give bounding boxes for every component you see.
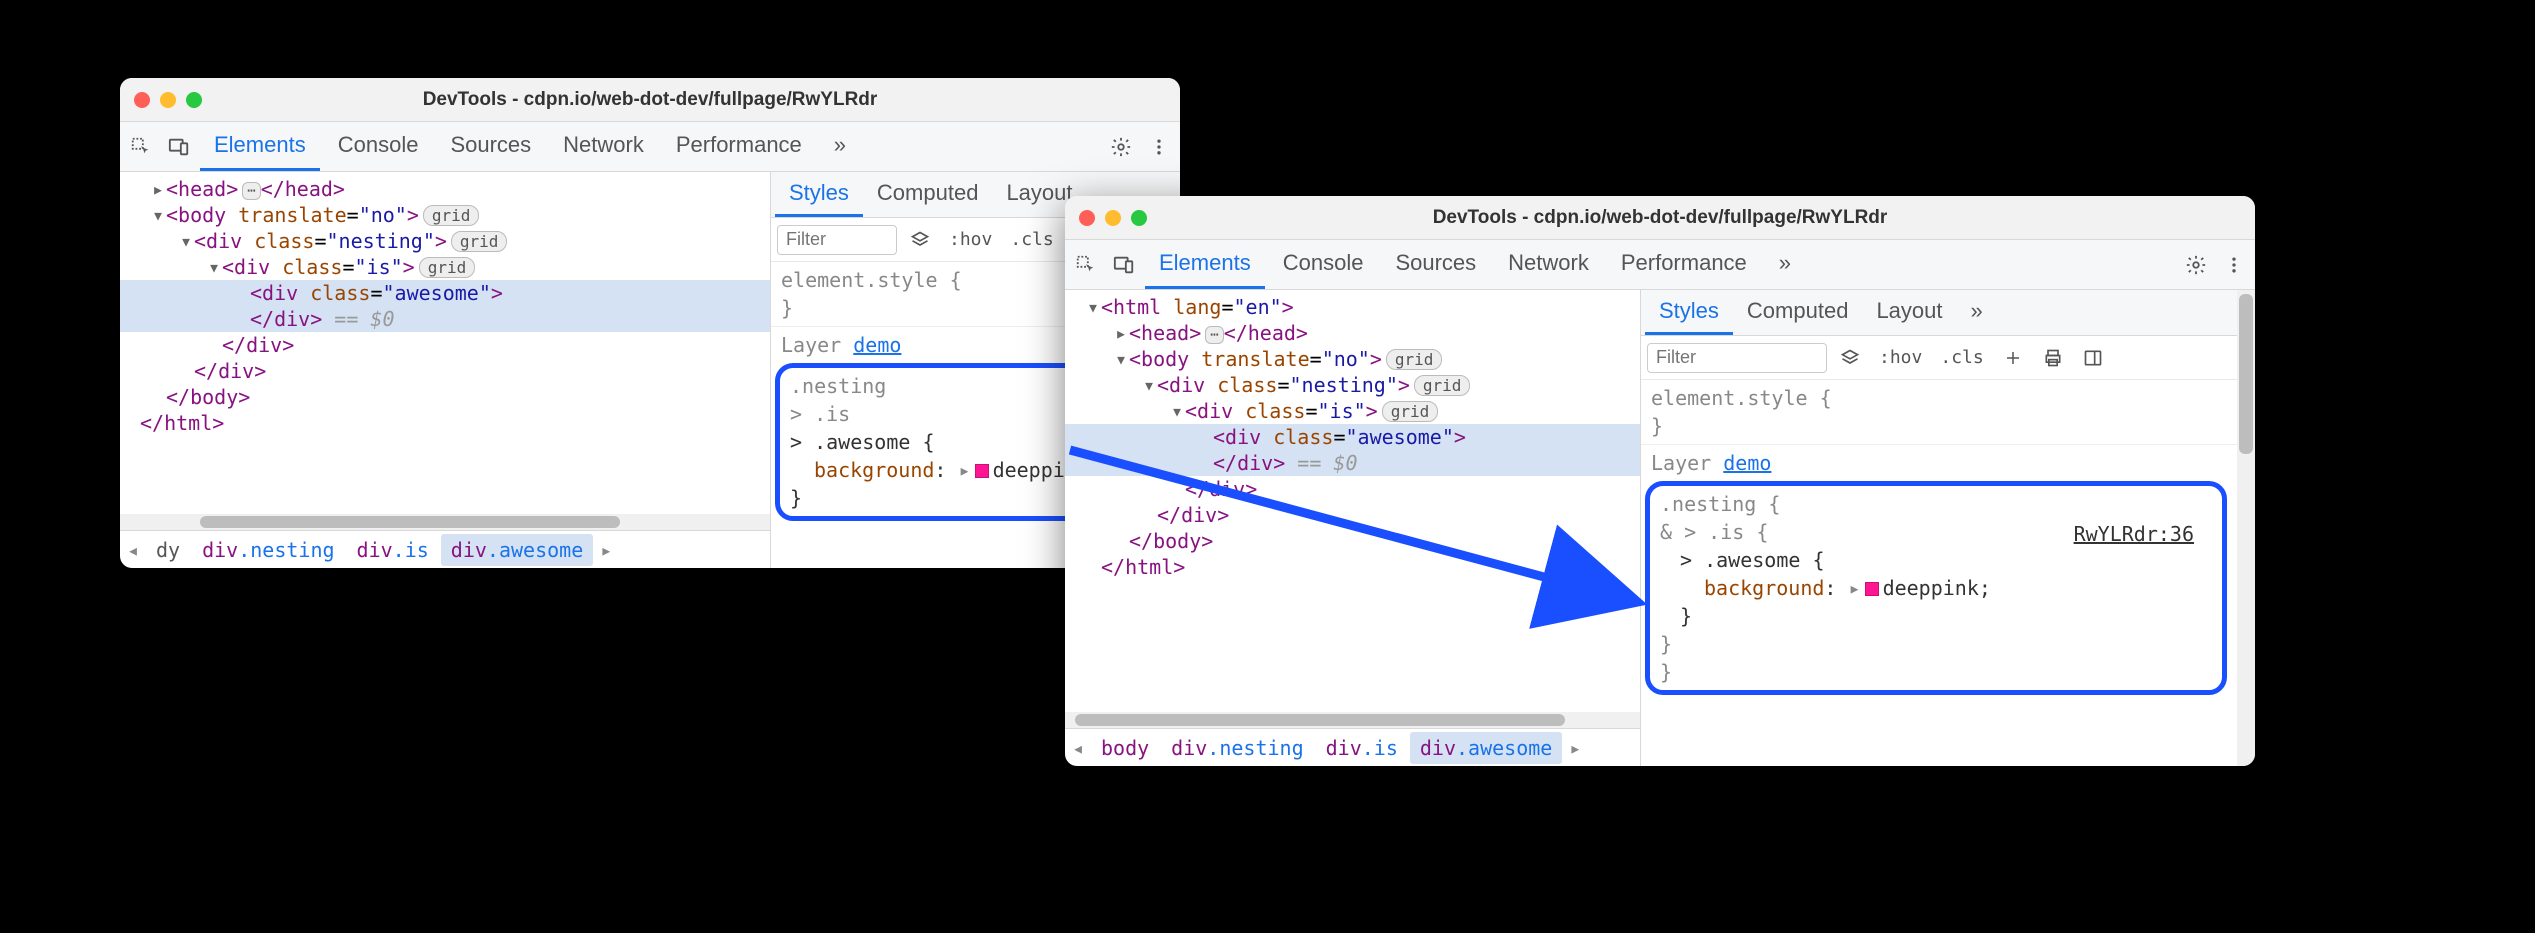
breadcrumb: ◂ body div.nesting div.is div.awesome ▸ [1065, 728, 1640, 766]
dom-tree-pane: ▸<head>⋯</head> ▾<body translate="no">gr… [120, 172, 770, 568]
styles-pane: Styles Computed Layout » :hov .cls eleme… [1640, 290, 2255, 766]
settings-icon[interactable] [1104, 130, 1138, 164]
grid-badge[interactable]: grid [451, 231, 508, 252]
tab-performance[interactable]: Performance [662, 122, 816, 171]
crumb-body[interactable]: dy [146, 534, 190, 566]
crumb-nesting[interactable]: div.nesting [192, 534, 344, 566]
titlebar[interactable]: DevTools - cdpn.io/web-dot-dev/fullpage/… [1065, 196, 2255, 240]
breadcrumb: ◂ dy div.nesting div.is div.awesome ▸ [120, 530, 770, 568]
device-toggle-icon[interactable] [1107, 248, 1141, 282]
minimize-icon[interactable] [1105, 210, 1121, 226]
crumb-is[interactable]: div.is [347, 534, 439, 566]
cls-toggle[interactable]: .cls [1934, 347, 1989, 368]
kebab-icon[interactable] [1142, 130, 1176, 164]
dom-node-awesome[interactable]: <div class="awesome"> [1065, 424, 1640, 450]
crumb-awesome[interactable]: div.awesome [441, 534, 593, 566]
crumb-awesome[interactable]: div.awesome [1410, 732, 1562, 764]
tab-sources[interactable]: Sources [436, 122, 545, 171]
traffic-lights [1079, 210, 1147, 226]
device-toggle-icon[interactable] [162, 130, 196, 164]
tab-styles[interactable]: Styles [1645, 290, 1733, 335]
styles-filter-row: :hov .cls [1641, 336, 2255, 380]
inspect-icon[interactable] [124, 130, 158, 164]
layers-icon[interactable] [903, 223, 937, 257]
tab-console[interactable]: Console [324, 122, 433, 171]
horizontal-scrollbar[interactable] [120, 514, 770, 530]
devtools-window-before: DevTools - cdpn.io/web-dot-dev/fullpage/… [120, 78, 1180, 568]
grid-badge[interactable]: grid [419, 257, 476, 278]
panel-icon[interactable] [2076, 341, 2110, 375]
main-tabs: Elements Console Sources Network Perform… [1065, 240, 2255, 290]
tab-network[interactable]: Network [549, 122, 658, 171]
highlighted-rule-after: RwYLRdr:36 .nesting { & > .is { > .aweso… [1645, 481, 2227, 695]
horizontal-scrollbar[interactable] [1065, 712, 1640, 728]
ellipsis-badge[interactable]: ⋯ [242, 182, 260, 200]
tab-performance[interactable]: Performance [1607, 240, 1761, 289]
filter-input[interactable] [1647, 343, 1827, 373]
titlebar[interactable]: DevTools - cdpn.io/web-dot-dev/fullpage/… [120, 78, 1180, 122]
tab-elements[interactable]: Elements [200, 122, 320, 171]
window-title: DevTools - cdpn.io/web-dot-dev/fullpage/… [1065, 207, 2255, 229]
plus-icon[interactable] [1996, 341, 2030, 375]
tabs-more[interactable]: » [1765, 240, 1805, 289]
tab-computed[interactable]: Computed [1733, 290, 1863, 335]
inspect-icon[interactable] [1069, 248, 1103, 282]
layers-icon[interactable] [1833, 341, 1867, 375]
devtools-window-after: DevTools - cdpn.io/web-dot-dev/fullpage/… [1065, 196, 2255, 766]
styles-tabs-more[interactable]: » [1957, 290, 1997, 335]
close-icon[interactable] [134, 92, 150, 108]
tab-sources[interactable]: Sources [1381, 240, 1490, 289]
crumb-prev[interactable]: ◂ [122, 538, 144, 562]
crumb-next[interactable]: ▸ [595, 538, 617, 562]
color-swatch[interactable] [975, 464, 989, 478]
traffic-lights [134, 92, 202, 108]
source-link[interactable]: RwYLRdr:36 [2074, 520, 2194, 548]
grid-badge[interactable]: grid [1414, 375, 1471, 396]
dom-tree[interactable]: ▸<head>⋯</head> ▾<body translate="no">gr… [120, 172, 770, 514]
dom-tree-pane: ▾<html lang="en"> ▸<head>⋯</head> ▾<body… [1065, 290, 1640, 766]
styles-tabs: Styles Computed Layout » [1641, 290, 2255, 336]
grid-badge[interactable]: grid [423, 205, 480, 226]
hov-toggle[interactable]: :hov [943, 229, 998, 250]
settings-icon[interactable] [2179, 248, 2213, 282]
window-title: DevTools - cdpn.io/web-dot-dev/fullpage/… [120, 89, 1180, 111]
print-icon[interactable] [2036, 341, 2070, 375]
crumb-body[interactable]: body [1091, 732, 1159, 764]
layer-label[interactable]: Layer demo [1641, 445, 2255, 477]
kebab-icon[interactable] [2217, 248, 2251, 282]
maximize-icon[interactable] [1131, 210, 1147, 226]
grid-badge[interactable]: grid [1382, 401, 1439, 422]
grid-badge[interactable]: grid [1386, 349, 1443, 370]
main-tabs: Elements Console Sources Network Perform… [120, 122, 1180, 172]
element-style-rule[interactable]: element.style { } [1641, 380, 2255, 445]
cls-toggle[interactable]: .cls [1004, 229, 1059, 250]
crumb-is[interactable]: div.is [1316, 732, 1408, 764]
css-rule-nested[interactable]: RwYLRdr:36 .nesting { & > .is { > .aweso… [1650, 486, 2222, 690]
tab-layout[interactable]: Layout [1862, 290, 1956, 335]
filter-input[interactable] [777, 225, 897, 255]
maximize-icon[interactable] [186, 92, 202, 108]
tab-console[interactable]: Console [1269, 240, 1378, 289]
tab-computed[interactable]: Computed [863, 172, 993, 217]
crumb-next[interactable]: ▸ [1564, 736, 1586, 760]
vertical-scrollbar[interactable] [2237, 290, 2255, 766]
ellipsis-badge[interactable]: ⋯ [1205, 326, 1223, 344]
dom-node-awesome[interactable]: <div class="awesome"> [120, 280, 770, 306]
close-icon[interactable] [1079, 210, 1095, 226]
tab-network[interactable]: Network [1494, 240, 1603, 289]
tabs-more[interactable]: » [820, 122, 860, 171]
minimize-icon[interactable] [160, 92, 176, 108]
dom-tree[interactable]: ▾<html lang="en"> ▸<head>⋯</head> ▾<body… [1065, 290, 1640, 712]
color-swatch[interactable] [1865, 582, 1879, 596]
hov-toggle[interactable]: :hov [1873, 347, 1928, 368]
tab-elements[interactable]: Elements [1145, 240, 1265, 289]
crumb-nesting[interactable]: div.nesting [1161, 732, 1313, 764]
layer-link[interactable]: demo [853, 333, 901, 357]
crumb-prev[interactable]: ◂ [1067, 736, 1089, 760]
tab-styles[interactable]: Styles [775, 172, 863, 217]
layer-link[interactable]: demo [1723, 451, 1771, 475]
